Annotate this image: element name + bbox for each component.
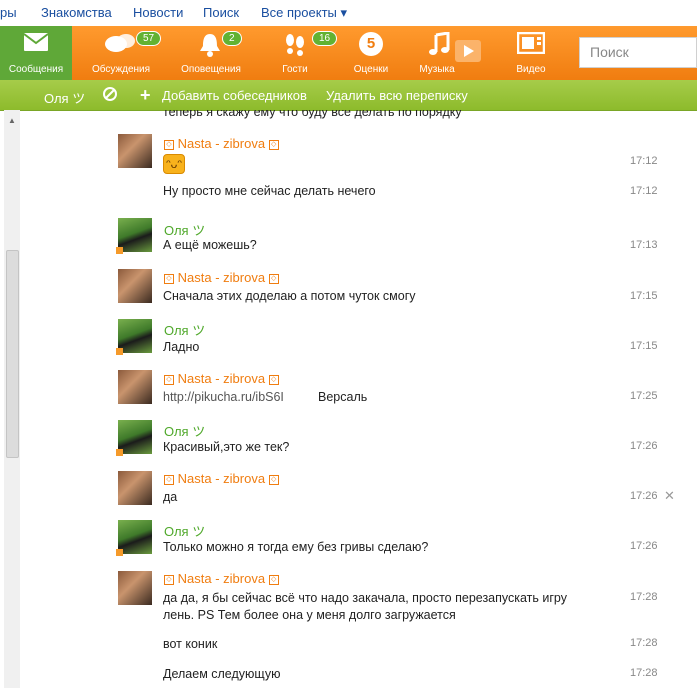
message-author[interactable]: ◇ Nasta - zibrova ◇ <box>164 270 279 285</box>
top-link-dating[interactable]: Знакомства <box>41 5 112 20</box>
toolbar-label: Музыка <box>419 64 455 75</box>
message-time: 17:13 <box>630 239 658 251</box>
avatar-nasta[interactable] <box>118 471 152 505</box>
top-links-bar: ры Знакомства Новости Поиск Все проекты … <box>0 0 697 26</box>
message-text: Ладно <box>163 340 200 354</box>
avatar-olya[interactable] <box>116 319 152 355</box>
message-link[interactable]: http://pikucha.ru/ibS6I <box>163 390 284 404</box>
discussions-badge: 57 <box>136 31 162 46</box>
block-icon[interactable] <box>102 86 118 105</box>
toolbar-ratings[interactable]: 5 Оценки <box>338 26 404 80</box>
message-time: 17:15 <box>630 340 658 352</box>
flag-icon: ◇ <box>164 273 174 284</box>
message-author[interactable]: Оля ツ <box>164 521 205 540</box>
avatar-olya[interactable] <box>116 420 152 456</box>
toolbar-label: Сообщения <box>8 64 64 75</box>
message-author[interactable]: ◇ Nasta - zibrova ◇ <box>164 471 279 486</box>
toolbar-label: Гости <box>282 64 308 75</box>
message-time: 17:15 <box>630 290 658 302</box>
message-list: теперь я скажу ему что буду всё делать п… <box>0 110 697 690</box>
add-participants-button[interactable]: Добавить собеседников <box>162 88 307 103</box>
music-note-icon <box>428 31 452 63</box>
message-time: 17:25 <box>630 390 658 402</box>
toolbar-video[interactable]: Видео <box>498 26 564 80</box>
message-text: Сначала этих доделаю а потом чуток смогу <box>163 289 416 303</box>
video-icon <box>516 31 546 59</box>
toolbar-notifications[interactable]: 2 Оповещения <box>172 26 250 80</box>
notifications-badge: 2 <box>222 31 242 46</box>
rating-icon: 5 <box>359 32 383 56</box>
avatar-olya[interactable] <box>116 218 152 254</box>
toolbar-label: Обсуждения <box>91 64 151 75</box>
toolbar-discussions[interactable]: 57 Обсуждения <box>84 26 162 80</box>
bell-icon <box>198 32 222 63</box>
toolbar-music[interactable]: Музыка <box>410 26 481 80</box>
toolbar-guests[interactable]: 16 Гости <box>262 26 338 80</box>
message-author[interactable]: Оля ツ <box>164 320 205 339</box>
top-link-search[interactable]: Поиск <box>203 5 239 20</box>
message-time: 17:28 <box>630 637 658 649</box>
flag-icon: ◇ <box>164 374 174 385</box>
avatar-nasta[interactable] <box>118 370 152 404</box>
message-time: 17:26 <box>630 440 658 452</box>
plus-icon[interactable]: + <box>140 85 151 106</box>
footprints-icon <box>282 32 308 63</box>
flag-icon: ◇ <box>268 139 279 150</box>
message-text: Версаль <box>318 390 368 404</box>
message-text: Ну просто мне сейчас делать нечего <box>163 184 376 198</box>
guests-badge: 16 <box>312 31 338 46</box>
message-time: 17:28 <box>630 591 658 603</box>
rating-glyph: 5 <box>359 32 383 56</box>
toolbar-label: Оценки <box>353 64 389 75</box>
delete-conversation-button[interactable]: Удалить всю переписку <box>326 88 468 103</box>
message-time: 17:26 <box>630 540 658 552</box>
message-time: 17:12 <box>630 155 658 167</box>
avatar-nasta[interactable] <box>118 269 152 303</box>
top-link-games[interactable]: ры <box>0 5 17 20</box>
message-author[interactable]: ◇ Nasta - zibrova ◇ <box>164 571 279 586</box>
message-author[interactable]: Оля ツ <box>164 220 205 239</box>
flag-icon: ◇ <box>164 574 174 585</box>
message-text: да да, я бы сейчас всё что надо закачала… <box>163 591 567 605</box>
message-time: 17:26 <box>630 490 658 502</box>
flag-icon: ◇ <box>268 273 279 284</box>
laughing-smiley-icon: ᵔᴗᵔ <box>163 154 185 174</box>
avatar-olya[interactable] <box>116 520 152 556</box>
envelope-icon <box>23 32 49 57</box>
message-text: Красивый,это же тек? <box>163 440 290 454</box>
avatar-nasta[interactable] <box>118 571 152 605</box>
toolbar-label: Видео <box>516 64 546 75</box>
toolbar-messages[interactable]: Сообщения <box>0 26 72 80</box>
chat-contact-name[interactable]: Оля ツ <box>44 88 85 107</box>
message-time: 17:12 <box>630 185 658 197</box>
flag-icon: ◇ <box>268 374 279 385</box>
message-text: вот коник <box>163 637 218 651</box>
top-link-all-projects[interactable]: Все проекты ▾ <box>261 5 347 21</box>
message-text: Делаем следующую <box>163 667 281 681</box>
message-text: Только можно я тогда ему без гривы сдела… <box>163 540 429 554</box>
message-time: 17:28 <box>630 667 658 679</box>
chat-action-bar: Оля ツ + Добавить собеседников Удалить вс… <box>0 80 697 111</box>
play-icon[interactable] <box>455 40 481 67</box>
delete-message-icon[interactable]: ✕ <box>664 488 675 504</box>
toolbar-label: Оповещения <box>181 64 241 75</box>
message-author[interactable]: ◇ Nasta - zibrova ◇ <box>164 371 279 386</box>
message-text-line2: лень. PS Тем более она у меня долго загр… <box>163 608 456 622</box>
chat-bubbles-icon <box>104 32 136 61</box>
flag-icon: ◇ <box>164 474 174 485</box>
message-text: да <box>163 490 178 504</box>
top-link-news[interactable]: Новости <box>133 5 183 20</box>
search-input[interactable]: Поиск <box>579 37 697 68</box>
message-author[interactable]: Оля ツ <box>164 421 205 440</box>
flag-icon: ◇ <box>268 474 279 485</box>
message-text: А ещё можешь? <box>163 238 257 252</box>
flag-icon: ◇ <box>268 574 279 585</box>
flag-icon: ◇ <box>164 139 174 150</box>
avatar-nasta[interactable] <box>118 134 152 168</box>
message-author[interactable]: ◇ Nasta - zibrova ◇ <box>164 136 279 151</box>
